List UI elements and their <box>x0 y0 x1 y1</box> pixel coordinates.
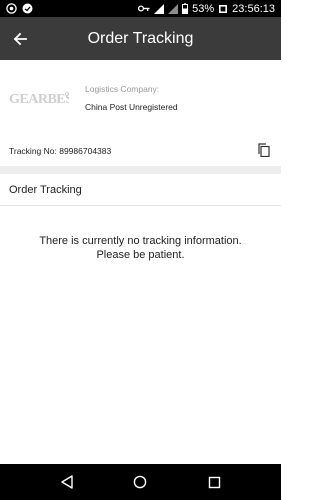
section-divider <box>0 166 281 174</box>
battery-icon <box>182 3 189 14</box>
back-button[interactable] <box>0 17 40 60</box>
arrow-left-icon <box>13 32 27 45</box>
nav-back-button[interactable] <box>52 464 82 500</box>
home-circle-icon <box>134 475 147 489</box>
empty-state-line-1: There is currently no tracking informati… <box>39 235 242 247</box>
copy-icon <box>258 143 270 158</box>
battery-percent: 53% <box>192 2 215 15</box>
gearbest-logo: GEARBEST <box>9 92 69 107</box>
key-icon <box>138 4 150 13</box>
status-right: 53% 23:56:13 <box>138 3 275 15</box>
copy-button[interactable] <box>258 143 270 158</box>
notification-icon <box>6 3 17 14</box>
empty-state: There is currently no tracking informati… <box>0 234 281 262</box>
empty-state-line-2: Please be patient. <box>96 249 185 261</box>
logistics-info: GEARBEST Logistics Company: China Post U… <box>0 60 281 128</box>
app-bar: Order Tracking <box>0 17 281 60</box>
logistics-company-label: Logistics Company: <box>85 84 160 94</box>
logistics-company-value: China Post Unregistered <box>85 102 178 112</box>
signal-icon <box>168 3 179 14</box>
notification-icon <box>22 3 33 14</box>
svg-text:GEARBEST: GEARBEST <box>9 92 69 107</box>
back-triangle-icon <box>61 475 73 489</box>
clock-time: 23:56:13 <box>232 2 275 15</box>
alarm-icon <box>218 4 228 14</box>
section-title: Order Tracking <box>0 174 281 206</box>
tracking-number: Tracking No: 89986704383 <box>9 146 112 156</box>
nav-home-button[interactable] <box>125 464 155 500</box>
page-title: Order Tracking <box>87 29 194 47</box>
nav-recents-button[interactable] <box>199 464 229 500</box>
status-left <box>6 3 33 14</box>
system-nav-bar <box>0 464 281 500</box>
signal-icon <box>154 3 165 14</box>
recents-square-icon <box>208 476 220 488</box>
status-bar: 53% 23:56:13 <box>0 0 281 17</box>
